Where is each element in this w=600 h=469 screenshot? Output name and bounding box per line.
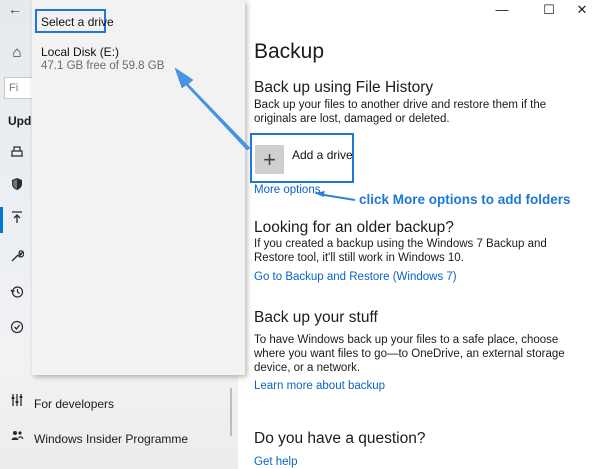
- arrow-to-drive: [174, 67, 251, 151]
- annotation-arrows: [174, 67, 355, 201]
- arrow-to-more-options: [314, 191, 355, 201]
